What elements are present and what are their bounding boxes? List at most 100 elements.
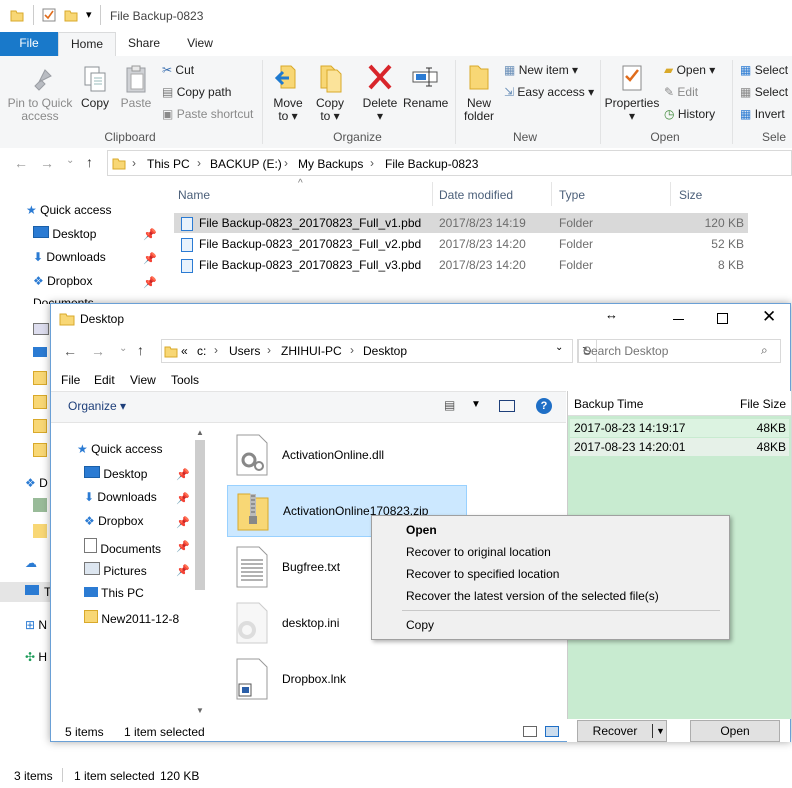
file-tile[interactable]: Dropbox.lnk: [227, 654, 467, 706]
nav-this-pc-selected[interactable]: T: [0, 582, 51, 602]
menu-edit[interactable]: Edit: [94, 373, 115, 387]
preview-pane-icon[interactable]: [499, 400, 515, 412]
edit-button[interactable]: ✎ Edit: [664, 85, 698, 99]
recent-locations-chevron-icon[interactable]: ⌄: [66, 155, 74, 166]
nav-quick-access[interactable]: ★ Quick access: [26, 203, 111, 217]
history-button[interactable]: ◷ History: [664, 107, 715, 121]
column-header-name[interactable]: Name: [178, 188, 210, 202]
menu-item-recover-latest[interactable]: Recover the latest version of the select…: [406, 589, 659, 603]
scroll-down-icon[interactable]: ▼: [196, 706, 204, 715]
nav-homegroup[interactable]: ✣ H: [25, 650, 47, 664]
new-folder-button[interactable]: New folder: [460, 62, 498, 123]
nav-new-folder[interactable]: New2011-12-8: [84, 610, 179, 626]
easy-access-button[interactable]: ⇲ Easy access ▾: [504, 85, 594, 99]
column-header-type[interactable]: Type: [559, 188, 585, 202]
breadcrumb-my-backups[interactable]: My Backups: [298, 157, 363, 171]
onedrive-cloud-icon[interactable]: ☁: [25, 556, 37, 570]
header-backup-time[interactable]: Backup Time: [574, 397, 643, 411]
tab-view[interactable]: View: [172, 32, 228, 56]
open-button[interactable]: ▰ Open ▾: [664, 63, 715, 77]
maximize-icon[interactable]: [717, 313, 728, 324]
delete-button[interactable]: Delete ▾: [360, 62, 400, 123]
pin-to-quick-access-button[interactable]: Pin to Quick access: [4, 64, 76, 123]
breadcrumb-file-backup[interactable]: File Backup-0823: [385, 157, 478, 171]
version-row[interactable]: 2017-08-23 14:20:01 48KB: [570, 438, 789, 456]
tab-file[interactable]: File: [0, 32, 58, 56]
rename-button[interactable]: Rename: [403, 62, 448, 110]
recent-locations-chevron-icon[interactable]: ⌄: [119, 343, 127, 354]
column-divider[interactable]: [432, 182, 433, 206]
view-options-icon[interactable]: ▤: [444, 398, 455, 412]
move-to-button[interactable]: Move to ▾: [270, 62, 306, 123]
view-dropdown-icon[interactable]: ▼: [471, 399, 481, 410]
menu-tools[interactable]: Tools: [171, 373, 199, 387]
table-row[interactable]: File Backup-0823_20170823_Full_v1.pbd 20…: [174, 213, 748, 233]
nav-documents[interactable]: Documents: [84, 538, 161, 556]
nav-this-pc[interactable]: This PC: [84, 586, 144, 600]
copy-path-button[interactable]: ▤ Copy path: [162, 85, 231, 99]
properties-button[interactable]: Properties ▾: [604, 62, 660, 123]
select-all-button[interactable]: ▦ Select: [740, 63, 788, 77]
menu-item-recover-original[interactable]: Recover to original location: [406, 545, 551, 559]
help-icon[interactable]: ?: [536, 398, 552, 414]
nav-downloads[interactable]: ⬇ Downloads: [33, 250, 106, 264]
version-row[interactable]: 2017-08-23 14:19:17 48KB: [570, 419, 789, 437]
menu-item-open[interactable]: Open: [406, 523, 437, 537]
explorer-breadcrumb[interactable]: › This PC › BACKUP (E:) › My Backups › F…: [107, 150, 792, 176]
address-dropdown-icon[interactable]: ⌄: [555, 342, 563, 353]
cut-button[interactable]: ✂ Cut: [162, 63, 194, 77]
copy-button[interactable]: Copy: [78, 64, 112, 110]
recover-dropdown-icon[interactable]: ▼: [656, 721, 665, 741]
scrollbar-thumb[interactable]: [195, 440, 205, 590]
open-version-button[interactable]: Open: [690, 720, 780, 742]
breadcrumb-desktop[interactable]: Desktop: [363, 344, 407, 358]
copy-to-button[interactable]: Copy to ▾: [312, 62, 348, 123]
column-header-date[interactable]: Date modified: [439, 188, 513, 202]
nav-scrollbar[interactable]: ▲ ▼: [194, 428, 206, 718]
nav-quick-access[interactable]: ★ Quick access: [77, 442, 162, 456]
table-row[interactable]: File Backup-0823_20170823_Full_v2.pbd 20…: [174, 234, 748, 254]
paste-button[interactable]: Paste: [118, 64, 154, 110]
breadcrumb-c-drive[interactable]: c:: [197, 344, 206, 358]
nav-desktop[interactable]: Desktop: [84, 466, 147, 481]
details-view-icon[interactable]: [523, 726, 537, 737]
customize-toolbar-dropdown-icon[interactable]: ▾: [86, 8, 92, 21]
select-none-button[interactable]: ▦ Select: [740, 85, 788, 99]
breadcrumb-overflow[interactable]: «: [181, 344, 188, 358]
breadcrumb-user[interactable]: ZHIHUI-PC: [281, 344, 342, 358]
large-icons-view-icon[interactable]: [545, 726, 559, 737]
menu-item-copy[interactable]: Copy: [406, 618, 434, 632]
properties-checkmark-icon[interactable]: [42, 8, 56, 22]
nav-pictures[interactable]: Pictures: [84, 562, 147, 578]
table-row[interactable]: File Backup-0823_20170823_Full_v3.pbd 20…: [174, 255, 748, 275]
close-icon[interactable]: ✕: [762, 307, 776, 327]
breadcrumb-this-pc[interactable]: This PC: [147, 157, 190, 171]
search-box[interactable]: ⌕: [578, 339, 781, 363]
file-tile[interactable]: ActivationOnline.dll: [227, 430, 467, 482]
recover-button-label[interactable]: Recover: [578, 721, 652, 741]
organize-button[interactable]: Organize ▾: [68, 399, 126, 413]
tab-share[interactable]: Share: [116, 32, 172, 56]
new-item-button[interactable]: ▦ New item ▾: [504, 63, 578, 77]
back-arrow-icon[interactable]: ←: [63, 343, 77, 359]
nav-dropbox-root[interactable]: ❖ D: [25, 476, 48, 490]
minimize-icon[interactable]: [673, 319, 684, 320]
menu-file[interactable]: File: [61, 373, 80, 387]
up-arrow-icon[interactable]: ↑: [137, 342, 144, 358]
recover-split-button[interactable]: Recover ▼: [577, 720, 667, 742]
tab-home[interactable]: Home: [58, 32, 116, 58]
menu-item-recover-specified[interactable]: Recover to specified location: [406, 567, 559, 581]
nav-dropbox[interactable]: ❖ Dropbox: [33, 274, 92, 288]
header-file-size[interactable]: File Size: [718, 397, 786, 411]
nav-downloads[interactable]: ⬇ Downloads: [84, 490, 157, 504]
nav-desktop[interactable]: Desktop: [33, 226, 96, 241]
paste-shortcut-button[interactable]: ▣ Paste shortcut: [162, 107, 253, 121]
invert-selection-button[interactable]: ▦ Invert: [740, 107, 785, 121]
scroll-up-icon[interactable]: ▲: [196, 428, 204, 437]
search-input[interactable]: [583, 342, 753, 360]
forward-arrow-icon[interactable]: →: [40, 155, 54, 171]
breadcrumb-backup-drive[interactable]: BACKUP (E:): [210, 157, 282, 171]
column-divider[interactable]: [551, 182, 552, 206]
up-arrow-icon[interactable]: ↑: [86, 154, 93, 170]
back-arrow-icon[interactable]: ←: [14, 155, 28, 171]
